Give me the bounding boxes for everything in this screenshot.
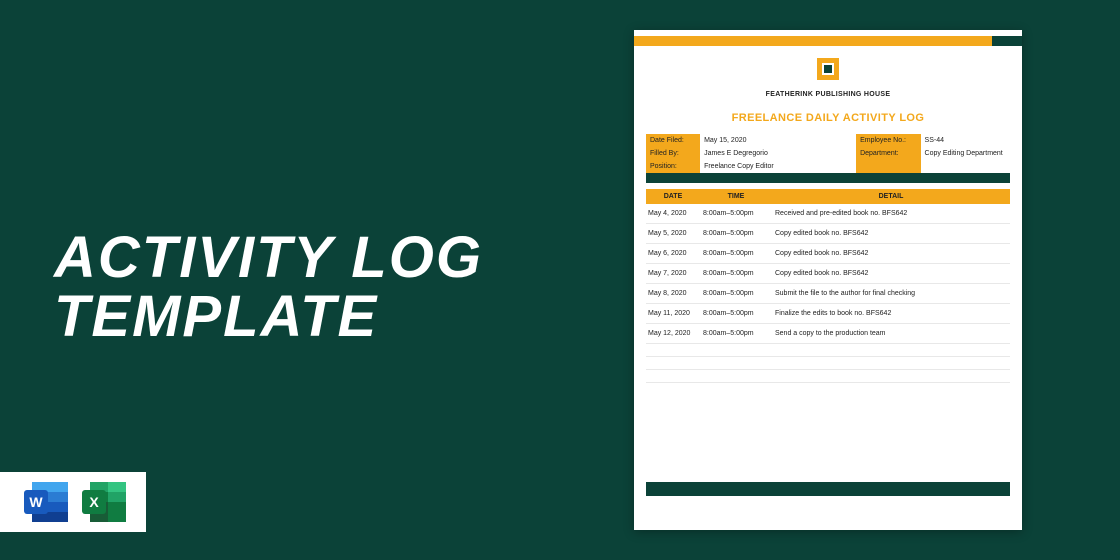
- cell-detail: Copy edited book no. BFS642: [772, 264, 1010, 283]
- doc-title: FREELANCE DAILY ACTIVITY LOG: [634, 112, 1022, 124]
- page-title-line2: TEMPLATE: [54, 287, 483, 346]
- cell-time: 8:00am–5:00pm: [700, 244, 772, 263]
- cell-time: [700, 344, 772, 356]
- company-logo-icon: [817, 58, 839, 80]
- cell-detail: [772, 344, 1010, 356]
- format-icon-row: W X: [0, 472, 146, 532]
- cell-time: 8:00am–5:00pm: [700, 284, 772, 303]
- col-detail: DETAIL: [772, 189, 1010, 204]
- cell-time: 8:00am–5:00pm: [700, 304, 772, 323]
- cell-date: [646, 357, 700, 369]
- meta-value-employee-no: SS-44: [921, 134, 1010, 147]
- cell-time: [700, 370, 772, 382]
- cell-date: May 5, 2020: [646, 224, 700, 243]
- page-title-line1: ACTIVITY LOG: [54, 228, 483, 287]
- teal-divider: [646, 173, 1010, 183]
- word-icon: W: [24, 482, 68, 522]
- cell-date: May 11, 2020: [646, 304, 700, 323]
- table-row: May 4, 20208:00am–5:00pmReceived and pre…: [646, 204, 1010, 224]
- meta-value-position: Freelance Copy Editor: [700, 160, 856, 173]
- doc-top-accent: [634, 36, 1022, 46]
- table-row: May 11, 20208:00am–5:00pmFinalize the ed…: [646, 304, 1010, 324]
- cell-date: May 8, 2020: [646, 284, 700, 303]
- cell-date: May 4, 2020: [646, 204, 700, 223]
- meta-label-position: Position:: [646, 160, 700, 173]
- cell-time: 8:00am–5:00pm: [700, 324, 772, 343]
- cell-date: May 12, 2020: [646, 324, 700, 343]
- document-preview: FEATHERINK PUBLISHING HOUSE FREELANCE DA…: [634, 30, 1022, 530]
- col-date: DATE: [646, 189, 700, 204]
- cell-detail: Copy edited book no. BFS642: [772, 224, 1010, 243]
- excel-icon-letter: X: [82, 490, 106, 514]
- cell-detail: Send a copy to the production team: [772, 324, 1010, 343]
- table-row: May 6, 20208:00am–5:00pmCopy edited book…: [646, 244, 1010, 264]
- log-header: DATE TIME DETAIL: [646, 189, 1010, 204]
- table-row: [646, 357, 1010, 370]
- cell-time: 8:00am–5:00pm: [700, 224, 772, 243]
- company-name: FEATHERINK PUBLISHING HOUSE: [634, 91, 1022, 98]
- meta-label-employee-no: Employee No.:: [856, 134, 920, 147]
- cell-detail: Submit the file to the author for final …: [772, 284, 1010, 303]
- page-title: ACTIVITY LOG TEMPLATE: [54, 228, 483, 346]
- meta-value-date-filed: May 15, 2020: [700, 134, 856, 147]
- meta-label-filled-by: Filled By:: [646, 147, 700, 160]
- table-row: [646, 370, 1010, 383]
- meta-table: Date Filed: May 15, 2020 Employee No.: S…: [646, 134, 1010, 173]
- meta-value-filled-by: James E Degregorio: [700, 147, 856, 160]
- cell-time: 8:00am–5:00pm: [700, 204, 772, 223]
- cell-date: [646, 370, 700, 382]
- cell-detail: [772, 370, 1010, 382]
- cell-detail: Copy edited book no. BFS642: [772, 244, 1010, 263]
- cell-detail: Finalize the edits to book no. BFS642: [772, 304, 1010, 323]
- meta-label-date-filed: Date Filed:: [646, 134, 700, 147]
- meta-section: Date Filed: May 15, 2020 Employee No.: S…: [646, 134, 1010, 173]
- table-row: May 8, 20208:00am–5:00pmSubmit the file …: [646, 284, 1010, 304]
- table-row: May 7, 20208:00am–5:00pmCopy edited book…: [646, 264, 1010, 284]
- table-row: May 5, 20208:00am–5:00pmCopy edited book…: [646, 224, 1010, 244]
- cell-date: [646, 344, 700, 356]
- table-row: [646, 344, 1010, 357]
- log-body: May 4, 20208:00am–5:00pmReceived and pre…: [646, 204, 1010, 383]
- cell-time: [700, 357, 772, 369]
- col-time: TIME: [700, 189, 772, 204]
- word-icon-letter: W: [24, 490, 48, 514]
- cell-date: May 7, 2020: [646, 264, 700, 283]
- cell-detail: Received and pre-edited book no. BFS642: [772, 204, 1010, 223]
- meta-label-department: Department:: [856, 147, 920, 160]
- cell-detail: [772, 357, 1010, 369]
- cell-time: 8:00am–5:00pm: [700, 264, 772, 283]
- excel-icon: X: [82, 482, 126, 522]
- table-row: May 12, 20208:00am–5:00pmSend a copy to …: [646, 324, 1010, 344]
- cell-date: May 6, 2020: [646, 244, 700, 263]
- meta-value-department: Copy Editing Department: [921, 147, 1010, 160]
- doc-bottom-accent: [646, 482, 1010, 496]
